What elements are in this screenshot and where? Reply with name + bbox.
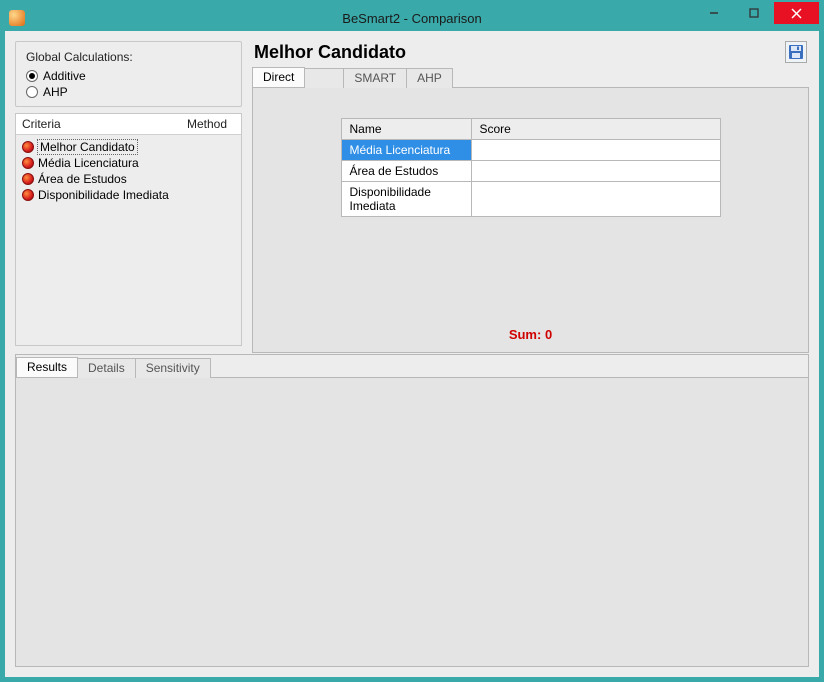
global-calc-legend: Global Calculations:: [26, 50, 231, 64]
tab-details[interactable]: Details: [77, 358, 136, 378]
maximize-icon: [749, 8, 759, 18]
criteria-item-label: Média Licenciatura: [38, 156, 139, 170]
application-window: BeSmart2 - Comparison Global Calculation…: [0, 0, 824, 682]
col-header-name[interactable]: Name: [341, 119, 471, 140]
criteria-item-disponibilidade[interactable]: Disponibilidade Imediata: [22, 187, 235, 203]
score-table: Name Score Média Licenciatura Área de Es…: [341, 118, 721, 217]
criteria-item-label: Melhor Candidato: [38, 140, 137, 154]
sum-value: 0: [545, 327, 552, 342]
maximize-button[interactable]: [734, 2, 774, 24]
close-button[interactable]: [774, 2, 819, 24]
tab-smart[interactable]: SMART: [343, 68, 407, 88]
criteria-item-melhor-candidato[interactable]: Melhor Candidato: [22, 139, 235, 155]
criteria-item-area-de-estudos[interactable]: Área de Estudos: [22, 171, 235, 187]
app-icon: [9, 10, 25, 26]
cell-name: Disponibilidade Imediata: [341, 182, 471, 217]
table-row[interactable]: Média Licenciatura: [341, 140, 720, 161]
main-panel: Melhor Candidato Direct SMART AH: [252, 41, 809, 346]
minimize-button[interactable]: [694, 2, 734, 24]
tab-body: Name Score Média Licenciatura Área de Es…: [252, 88, 809, 353]
cell-name: Média Licenciatura: [341, 140, 471, 161]
criteria-item-media-licenciatura[interactable]: Média Licenciatura: [22, 155, 235, 171]
client-area: Global Calculations: Additive AHP Criter…: [5, 31, 819, 677]
window-title: BeSmart2 - Comparison: [342, 11, 481, 26]
close-icon: [791, 8, 802, 19]
criteria-item-label: Disponibilidade Imediata: [38, 188, 169, 202]
cell-score[interactable]: [471, 140, 720, 161]
titlebar[interactable]: BeSmart2 - Comparison: [5, 5, 819, 31]
save-button[interactable]: [785, 41, 807, 63]
global-calculations-group: Global Calculations: Additive AHP: [15, 41, 242, 107]
tab-sensitivity[interactable]: Sensitivity: [135, 358, 211, 378]
criteria-tree: Melhor Candidato Média Licenciatura Área…: [16, 135, 241, 345]
floppy-disk-icon: [788, 44, 804, 60]
criteria-item-label: Área de Estudos: [38, 172, 127, 186]
bottom-body: [16, 378, 808, 666]
cell-name: Área de Estudos: [341, 161, 471, 182]
criteria-header: Criteria Method: [16, 114, 241, 135]
cell-score[interactable]: [471, 182, 720, 217]
radio-additive[interactable]: Additive: [26, 68, 231, 84]
tab-ahp[interactable]: AHP: [406, 68, 453, 88]
radio-ahp[interactable]: AHP: [26, 84, 231, 100]
radio-dot-icon: [26, 86, 38, 98]
minimize-icon: [709, 8, 719, 18]
tab-direct[interactable]: Direct: [252, 67, 305, 87]
bullet-icon: [22, 157, 34, 169]
window-controls: [694, 2, 819, 24]
tab-blank[interactable]: [304, 68, 344, 88]
bullet-icon: [22, 173, 34, 185]
cell-score[interactable]: [471, 161, 720, 182]
table-header-row: Name Score: [341, 119, 720, 140]
radio-label: Additive: [43, 69, 86, 83]
top-row: Global Calculations: Additive AHP Criter…: [15, 41, 809, 346]
criteria-col-name[interactable]: Criteria: [16, 114, 181, 134]
heading-row: Melhor Candidato: [252, 41, 809, 65]
bullet-icon: [22, 189, 34, 201]
table-row[interactable]: Disponibilidade Imediata: [341, 182, 720, 217]
col-header-score[interactable]: Score: [471, 119, 720, 140]
sum-display: Sum: 0: [263, 327, 798, 342]
radio-label: AHP: [43, 85, 68, 99]
bottom-panel: Results Details Sensitivity: [15, 354, 809, 667]
table-row[interactable]: Área de Estudos: [341, 161, 720, 182]
criteria-panel: Criteria Method Melhor Candidato Média L…: [15, 113, 242, 346]
bullet-icon: [22, 141, 34, 153]
sidebar: Global Calculations: Additive AHP Criter…: [15, 41, 242, 346]
sum-label: Sum:: [509, 327, 542, 342]
bottom-tabs: Results Details Sensitivity: [16, 357, 808, 378]
weighting-tabs: Direct SMART AHP: [252, 67, 809, 88]
criteria-col-method[interactable]: Method: [181, 114, 241, 134]
tab-results[interactable]: Results: [16, 357, 78, 377]
page-heading: Melhor Candidato: [254, 42, 406, 63]
radio-dot-icon: [26, 70, 38, 82]
